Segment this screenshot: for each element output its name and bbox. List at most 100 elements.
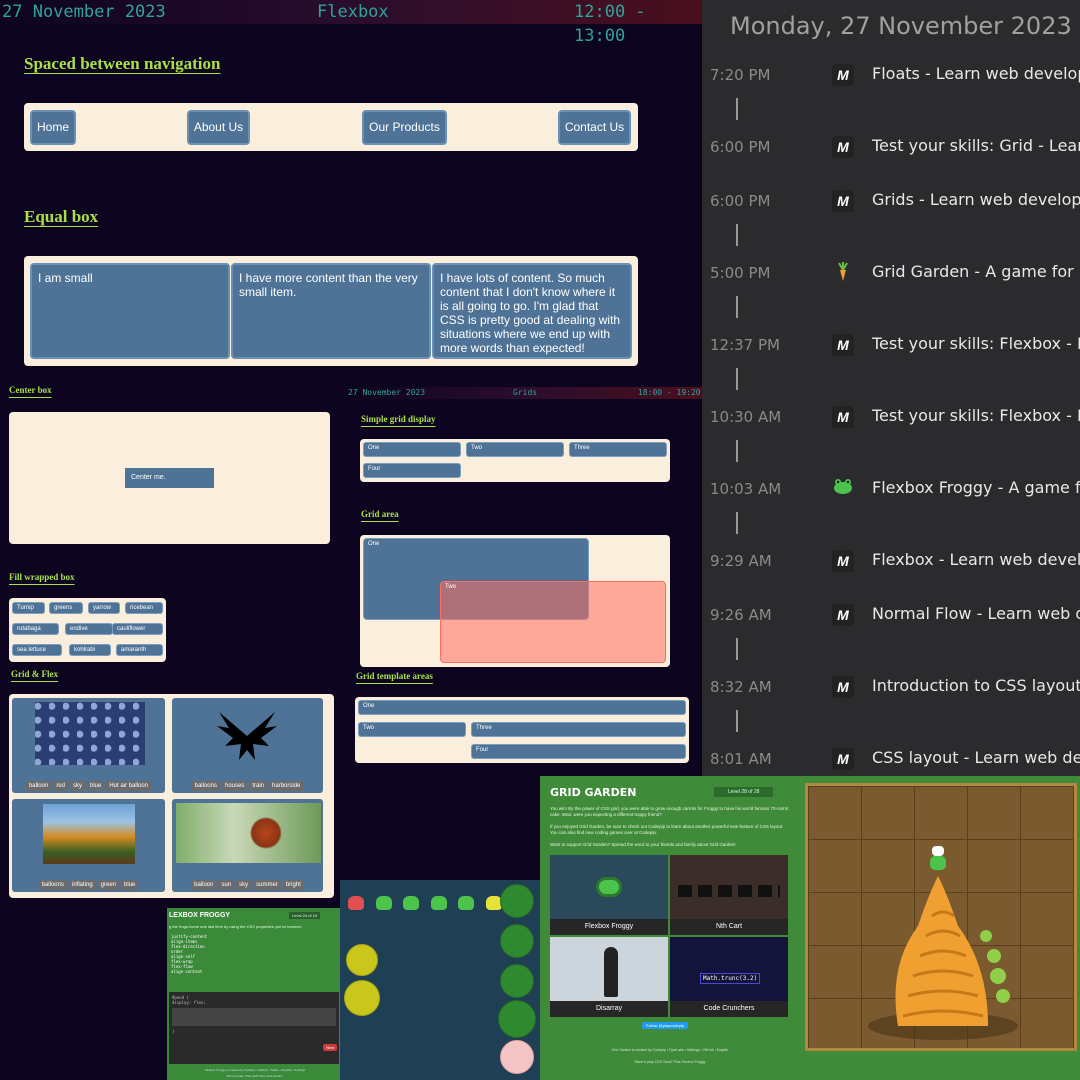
red-panda-image	[176, 803, 321, 863]
frog-icon	[431, 896, 447, 910]
cart-scene	[678, 885, 780, 897]
grid-area-heading: Grid area	[361, 509, 399, 519]
autumn-trees-image	[43, 804, 135, 864]
fill-item: endive	[65, 623, 113, 635]
follow-button[interactable]: Follow @playcodepip	[642, 1022, 689, 1029]
template-cell: Two	[358, 722, 466, 737]
person-figure	[604, 947, 618, 997]
tag: balloon	[191, 880, 217, 890]
center-me-box: Center me.	[125, 468, 214, 488]
history-entry[interactable]: 8:32 AM M Introduction to CSS layout	[702, 670, 1080, 706]
template-cell: Four	[471, 744, 686, 759]
prop-item: align-content	[171, 969, 203, 974]
tag: train	[249, 781, 268, 791]
game-card-code-crunchers[interactable]: Math.trunc(3.2) Code Crunchers	[670, 937, 788, 1017]
lilypad-icon	[500, 1040, 534, 1074]
grids-header-time: 18:00 - 19:20	[638, 388, 701, 397]
carrot-cake-image	[868, 846, 1018, 1040]
bird-silhouette-image	[217, 712, 277, 760]
frog-icon	[348, 896, 364, 910]
garden-footer: Grid Garden is created by Codepip • Tips…	[611, 1048, 729, 1052]
grid-area-cell-two: Two	[440, 581, 666, 663]
nav-contact-button[interactable]: Contact Us	[558, 110, 631, 145]
froggy-level[interactable]: Level 24 of 24	[289, 912, 321, 919]
nav-products-button[interactable]: Our Products	[362, 110, 447, 145]
template-cell: Three	[471, 722, 686, 737]
flexbox-header-date: 27 November 2023	[2, 2, 166, 22]
garden-win-text: You win! By the power of CSS grid, you w…	[550, 806, 789, 817]
froggy-code-editor[interactable]: #pond { display: flex; }	[169, 992, 339, 1064]
grid-cell: Three	[569, 442, 667, 457]
frog-icon	[458, 896, 474, 910]
flexbox-header-time: 12:00 - 13:00	[574, 2, 646, 46]
frog-icon	[832, 478, 854, 500]
garden-level-selector[interactable]: Level 28 of 28	[714, 787, 774, 797]
tag: sky	[236, 880, 252, 890]
history-entry[interactable]: 5:00 PM Grid Garden - A game for l	[702, 256, 1080, 292]
code-sample: Math.trunc(3.2)	[700, 973, 761, 984]
fill-wrapped-container: Turnip greens yarrow ricebean rutabaga e…	[9, 598, 166, 662]
grids-header-bar: 27 November 2023 Grids 18:00 - 19:20	[346, 387, 702, 399]
blueberries-image	[35, 702, 145, 765]
simple-grid-container: One Two Three Four	[360, 439, 670, 482]
garden-board	[805, 783, 1077, 1051]
tag-row: balloon sun sky summer bright	[172, 873, 323, 891]
garden-footer2: Want to play CSS Tarot? Plus Flexbox Fro…	[634, 1060, 706, 1064]
fill-item: cauliflower	[112, 623, 163, 635]
spaced-nav-heading: Spaced between navigation	[24, 54, 221, 73]
lilypad-icon	[500, 884, 534, 918]
game-card-nth-cart[interactable]: Nth Cart	[670, 855, 788, 935]
tag: red	[53, 781, 68, 791]
history-entry[interactable]: 9:29 AM M Flexbox - Learn web develo	[702, 544, 1080, 580]
carrot-icon	[832, 262, 854, 284]
fill-item: ricebean	[125, 602, 163, 614]
history-panel: Monday, 27 November 2023 7:20 PM M Floats …	[702, 0, 1080, 776]
spaced-nav-container: Home About Us Our Products Contact Us	[24, 103, 638, 151]
center-box-heading: Center box	[9, 385, 52, 395]
frog-icon	[403, 896, 419, 910]
history-entry[interactable]: 12:37 PM M Test your skills: Flexbox - Le	[702, 328, 1080, 364]
nav-home-button[interactable]: Home	[30, 110, 76, 145]
fill-item: kohlrabi	[69, 644, 111, 656]
image-card: balloons houses train harborside	[172, 698, 323, 793]
grid-cell: Four	[363, 463, 461, 478]
lilypad-icon	[344, 980, 380, 1016]
simple-grid-heading: Simple grid display	[361, 414, 436, 424]
froggy-footer2: Want to learn CSS grid? Play Grid Garden…	[226, 1074, 284, 1078]
flexbox-panel: 27 November 2023 Flexbox 12:00 - 13:00 S…	[0, 0, 702, 386]
game-card-disarray[interactable]: Disarray	[550, 937, 668, 1017]
history-entry[interactable]: 8:01 AM M CSS layout - Learn web de	[702, 742, 1080, 776]
mdn-icon: M	[832, 406, 854, 428]
image-card: balloon red sky blue Hot air balloon	[12, 698, 165, 793]
history-separator	[736, 440, 738, 462]
history-separator	[736, 224, 738, 246]
history-entry[interactable]: 10:30 AM M Test your skills: Flexbox - Le	[702, 400, 1080, 436]
tag: blue	[86, 781, 105, 791]
grid-flex-container: balloon red sky blue Hot air balloon balloon…	[9, 694, 334, 898]
history-entry[interactable]: 9:26 AM M Normal Flow - Learn web d	[702, 598, 1080, 634]
history-entry[interactable]: 6:00 PM M Test your skills: Grid - Learn	[702, 130, 1080, 166]
nav-about-button[interactable]: About Us	[187, 110, 250, 145]
game-card-flexbox-froggy[interactable]: Flexbox Froggy	[550, 855, 668, 935]
tag-row: balloon red sky blue Hot air balloon	[12, 774, 165, 792]
fill-item: rutabaga	[12, 623, 59, 635]
history-separator	[736, 710, 738, 732]
tag: Hot air balloon	[106, 781, 152, 791]
lilypad-icon	[498, 1000, 536, 1038]
froggy-input[interactable]	[172, 1008, 336, 1026]
history-entry[interactable]: 10:03 AM Flexbox Froggy - A game fo	[702, 472, 1080, 508]
history-entry[interactable]: 6:00 PM M Grids - Learn web develop	[702, 184, 1080, 220]
froggy-pond	[340, 880, 540, 1080]
grid-cell: One	[363, 442, 461, 457]
tag: bright	[282, 880, 304, 890]
history-entry[interactable]: 7:20 PM M Floats - Learn web develop	[702, 58, 1080, 94]
lilypad-icon	[500, 924, 534, 958]
froggy-next-button[interactable]: Next	[323, 1044, 338, 1051]
tag: balloons	[38, 880, 67, 890]
mdn-icon: M	[832, 190, 854, 212]
grid-template-heading: Grid template areas	[356, 671, 433, 681]
frog-icon	[376, 896, 392, 910]
mdn-icon: M	[832, 334, 854, 356]
history-separator	[736, 512, 738, 534]
equal-box-item: I have lots of content. So much content …	[432, 263, 632, 359]
